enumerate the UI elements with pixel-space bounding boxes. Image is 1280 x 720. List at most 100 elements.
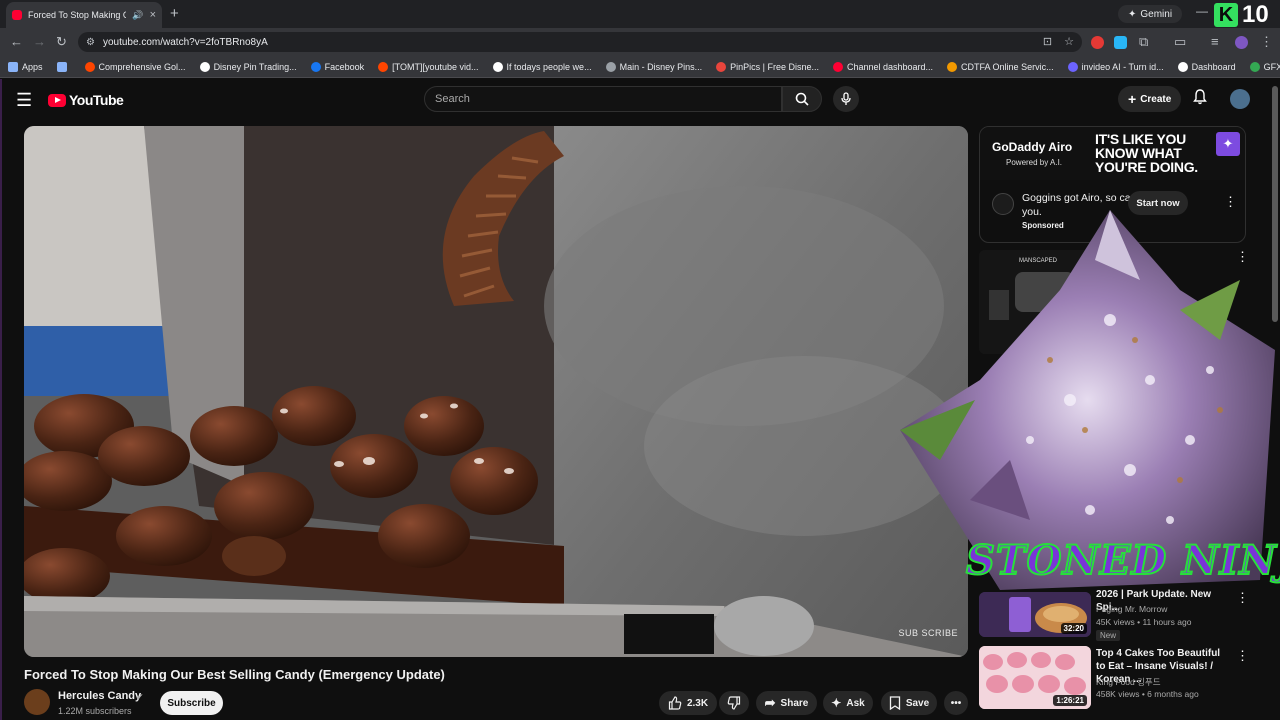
- browser-menu-icon[interactable]: ⋮: [1260, 34, 1273, 50]
- site-info-icon[interactable]: ⚙: [86, 37, 95, 48]
- bookmark-label: invideo AI - Turn id...: [1081, 61, 1164, 72]
- install-app-icon[interactable]: ⊡: [1043, 35, 1052, 48]
- bookmark-item[interactable]: Disney Pin Trading...: [199, 61, 297, 72]
- browser-toolbar: ← → ↻ ⚙ youtube.com/watch?v=2foTBRno8yA …: [0, 28, 1280, 56]
- bookmark-item[interactable]: GFX - Google Drive: [1249, 61, 1280, 72]
- channel-avatar[interactable]: [24, 689, 50, 715]
- bookmark-label: Main - Disney Pins...: [619, 61, 703, 72]
- bookmark-label: CDTFA Online Servic...: [961, 61, 1054, 72]
- bookmark-label: Channel dashboard...: [846, 61, 934, 72]
- video-frame-chocolate-machine: [24, 126, 968, 657]
- youtube-header: ☰ YouTube Search + Create: [0, 79, 1280, 119]
- recommendation-thumbnail[interactable]: 32:20: [979, 592, 1091, 637]
- bookmark-item[interactable]: Main - Disney Pins...: [605, 61, 703, 72]
- ask-button[interactable]: ✦ Ask: [823, 691, 873, 715]
- bookmark-item[interactable]: Facebook: [310, 61, 365, 72]
- save-button[interactable]: Save: [881, 691, 937, 715]
- microphone-icon: [841, 92, 851, 105]
- bookmark-favicon-icon: [492, 61, 503, 72]
- bookmark-label: Disney Pin Trading...: [213, 61, 297, 72]
- thumbs-down-icon: [727, 696, 741, 710]
- subscribe-watermark[interactable]: SUB SCRIBE: [898, 628, 958, 639]
- search-input[interactable]: Search: [424, 86, 782, 112]
- bookmark-item[interactable]: CDTFA Online Servic...: [947, 61, 1054, 72]
- bookmark-item[interactable]: If todays people we...: [492, 61, 592, 72]
- stream-overlay-image: [880, 200, 1280, 595]
- bookmark-item[interactable]: PinPics | Free Disne...: [716, 61, 819, 72]
- speaker-icon[interactable]: 🔊: [132, 10, 143, 21]
- thumbs-up-icon: [668, 696, 682, 710]
- ad-headline: IT'S LIKE YOU KNOW WHAT YOU'RE DOING.: [1095, 131, 1198, 175]
- reload-icon[interactable]: ↻: [56, 34, 67, 50]
- hamburger-menu-icon[interactable]: ☰: [16, 90, 32, 111]
- create-button[interactable]: + Create: [1118, 86, 1182, 112]
- bookmark-favicon-icon: [378, 61, 389, 72]
- voice-search-button[interactable]: [833, 86, 859, 112]
- bookmark-item[interactable]: [TOMT][youtube vid...: [378, 61, 479, 72]
- recommendation-meta: 458K views • 6 months ago: [1096, 689, 1199, 699]
- address-bar[interactable]: ⚙ youtube.com/watch?v=2foTBRno8yA ⊡ ☆: [78, 32, 1082, 52]
- share-button[interactable]: ➦ Share: [756, 691, 817, 715]
- video-duration: 32:20: [1060, 623, 1087, 634]
- recommendation-thumbnail[interactable]: 1:26:21: [979, 646, 1091, 709]
- youtube-logo[interactable]: YouTube: [48, 92, 124, 108]
- bookmark-label: If todays people we...: [506, 61, 592, 72]
- share-arrow-icon: ➦: [764, 695, 776, 710]
- search-button[interactable]: [782, 86, 822, 112]
- gemini-label: Gemini: [1140, 8, 1173, 20]
- more-actions-button[interactable]: •••: [944, 691, 968, 715]
- notifications-bell-icon[interactable]: [1193, 89, 1207, 109]
- bookmark-favicon-icon: [716, 61, 727, 72]
- gemini-button[interactable]: ✦ Gemini: [1118, 5, 1183, 23]
- extension-icon-red[interactable]: [1091, 36, 1104, 49]
- k10-logo-number: 10: [1242, 1, 1269, 28]
- recommendation-channel[interactable]: Paging Mr. Morrow: [1096, 604, 1167, 614]
- subscriber-count: 1.22M subscribers: [58, 706, 132, 716]
- ad-brand-subtitle: Powered by A.I.: [1006, 158, 1063, 167]
- bookmark-item[interactable]: Channel dashboard...: [832, 61, 934, 72]
- account-avatar[interactable]: [1230, 89, 1250, 109]
- like-button[interactable]: 2.3K: [659, 691, 717, 715]
- dislike-button[interactable]: [719, 691, 749, 715]
- bookmark-item[interactable]: invideo AI - Turn id...: [1067, 61, 1164, 72]
- channel-name[interactable]: Hercules Candy: [58, 690, 141, 702]
- bookmark-label: Comprehensive Gol...: [98, 61, 186, 72]
- bookmark-item[interactable]: Dashboard: [1177, 61, 1236, 72]
- bookmark-label: PinPics | Free Disne...: [730, 61, 819, 72]
- plus-icon: +: [1128, 91, 1137, 107]
- extensions-puzzle-icon[interactable]: ⧉: [1139, 34, 1148, 50]
- tab-close-button[interactable]: ×: [150, 9, 156, 21]
- forward-arrow-icon[interactable]: →: [33, 34, 46, 49]
- bookmark-label: Dashboard: [1191, 61, 1236, 72]
- gemini-sparkle-icon: ✦: [1128, 8, 1137, 20]
- bookmark-item[interactable]: Comprehensive Gol...: [84, 61, 186, 72]
- youtube-logo-text: YouTube: [69, 92, 124, 108]
- verified-check-icon: ✔: [136, 692, 144, 702]
- ad-banner[interactable]: GoDaddy Airo Powered by A.I. IT'S LIKE Y…: [980, 127, 1245, 180]
- video-player[interactable]: SUB SCRIBE: [24, 126, 968, 657]
- bookmark-star-icon[interactable]: ☆: [1064, 35, 1074, 48]
- new-badge: New: [1096, 630, 1121, 641]
- extension-icon-blue[interactable]: [1114, 36, 1127, 49]
- profile-icon[interactable]: [1235, 36, 1248, 49]
- youtube-play-icon: [48, 93, 66, 107]
- bookmark-label: Facebook: [324, 61, 365, 72]
- back-arrow-icon[interactable]: ←: [10, 34, 23, 49]
- recommendation-channel[interactable]: King Food 킹푸드: [1096, 676, 1161, 688]
- browser-tab-active[interactable]: Forced To Stop Making Ou 🔊 ×: [6, 2, 162, 28]
- bookmark-favicon-icon: [8, 61, 18, 72]
- bookmark-favicon-icon: [1067, 61, 1078, 72]
- new-tab-button[interactable]: +: [170, 5, 179, 22]
- subscribe-button[interactable]: Subscribe: [160, 691, 223, 715]
- search-placeholder: Search: [435, 93, 470, 105]
- tab-search-icon[interactable]: ▭: [1174, 34, 1186, 50]
- bookmark-item[interactable]: Apps: [8, 61, 43, 72]
- bookmark-item[interactable]: [56, 61, 71, 72]
- window-minimize-button[interactable]: —: [1196, 4, 1208, 18]
- recommendation-more-icon[interactable]: ⋮: [1236, 648, 1249, 664]
- bookmarks-bar: Apps Comprehensive Gol... Disney Pin Tradi…: [0, 56, 1280, 78]
- ad-sparkle-icon: ✦: [1216, 132, 1240, 156]
- media-control-icon[interactable]: ≡: [1211, 34, 1219, 49]
- page-scrollbar[interactable]: [1272, 86, 1278, 322]
- bookmark-favicon-icon: [56, 61, 67, 72]
